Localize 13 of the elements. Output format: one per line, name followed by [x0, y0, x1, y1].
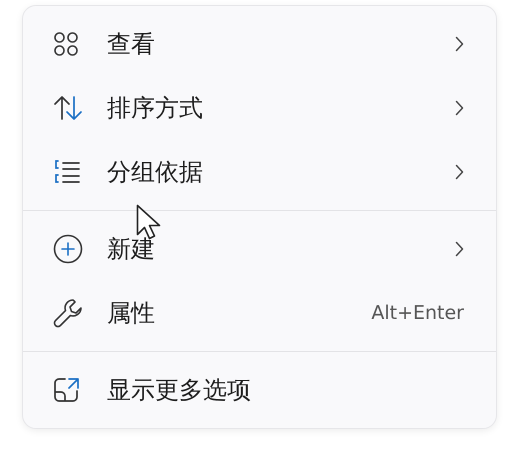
menu-item[interactable]: 分组依据	[31, 140, 488, 204]
menu-item[interactable]: 属性 Alt+Enter	[31, 281, 488, 345]
menu-item[interactable]: 查看	[31, 12, 488, 76]
grid-icon	[53, 31, 79, 57]
open-external-icon	[53, 376, 81, 404]
menu-item[interactable]: 新建	[31, 217, 488, 281]
shortcut-text: Alt+Enter	[371, 302, 464, 324]
add-icon	[53, 234, 83, 264]
sort-icon	[53, 95, 83, 121]
wrench-icon	[53, 298, 83, 328]
menu-item[interactable]: 显示更多选项	[31, 358, 488, 422]
list-icon	[53, 159, 81, 185]
menu-item[interactable]: 排序方式	[31, 76, 488, 140]
